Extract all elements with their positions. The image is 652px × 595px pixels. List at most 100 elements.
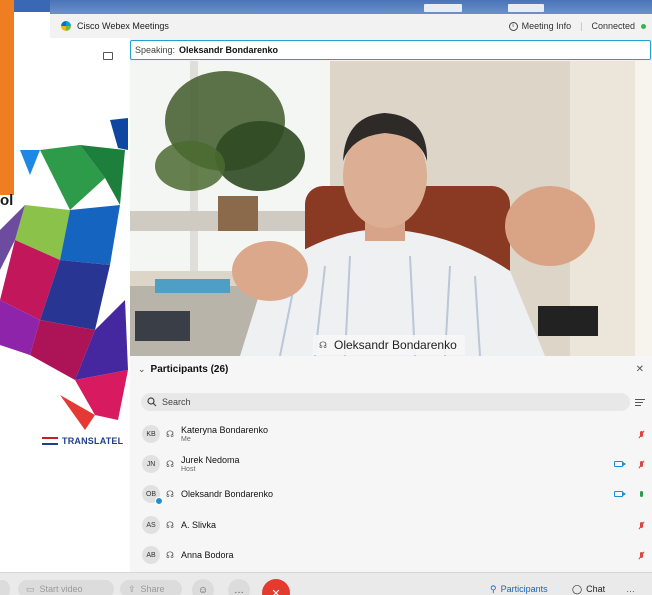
end-call-icon: ✕ xyxy=(271,587,281,595)
chat-button[interactable]: ◯ Chat xyxy=(566,580,611,595)
participant-row[interactable]: AB ☊ Anna Bodora xyxy=(130,540,652,570)
participants-icon: ⚲ xyxy=(490,583,497,594)
layout-icon xyxy=(103,52,113,60)
mic-muted-icon[interactable] xyxy=(637,459,645,469)
meeting-info-label: Meeting Info xyxy=(521,21,572,31)
avatar-initials: AB xyxy=(146,551,156,559)
participants-button[interactable]: ⚲ Participants xyxy=(484,580,554,595)
mic-muted-icon[interactable] xyxy=(637,429,645,439)
info-icon: i xyxy=(508,21,518,31)
mic-icon[interactable] xyxy=(637,489,645,499)
meeting-controls: ▭ Start video ⇪ Share ☺ … ✕ ⚲ Participan… xyxy=(0,572,652,595)
headset-icon: ☊ xyxy=(166,458,174,469)
participant-info: Jurek Nedoma Host xyxy=(181,455,240,473)
participant-info: Anna Bodora xyxy=(181,550,234,560)
participant-role: Me xyxy=(181,436,191,443)
video-frame xyxy=(130,61,652,356)
slide-orange-bar xyxy=(0,0,14,195)
slide-graphic xyxy=(0,118,128,430)
participant-info: Oleksandr Bondarenko xyxy=(181,489,273,499)
speaking-name: Oleksandr Bondarenko xyxy=(179,45,279,55)
camera-icon xyxy=(614,491,626,497)
search-input[interactable] xyxy=(162,397,582,407)
speaking-indicator: Speaking: Oleksandr Bondarenko xyxy=(130,40,651,60)
share-icon: ⇪ xyxy=(128,583,136,594)
connected-dot-icon xyxy=(641,23,646,29)
participants-panel-header: ⌄ Participants (26) ✕ xyxy=(130,356,652,382)
participant-name: Oleksandr Bondarenko xyxy=(181,489,274,499)
participant-name: Anna Bodora xyxy=(181,550,234,560)
participant-name: Kateryna Bondarenko xyxy=(181,425,269,435)
title-divider: | xyxy=(580,21,583,31)
more-icon: … xyxy=(626,584,635,594)
participant-role: Host xyxy=(181,466,196,473)
more-icon: … xyxy=(234,584,244,595)
translatel-logo: TRANSLATEL xyxy=(42,436,123,446)
title-bar-right: i Meeting Info | Connected xyxy=(508,21,652,31)
close-icon[interactable]: ✕ xyxy=(636,364,644,375)
layout-toggle-button[interactable] xyxy=(99,48,117,64)
chat-icon: ◯ xyxy=(572,583,583,594)
reactions-icon: ☺ xyxy=(197,584,209,595)
start-video-button[interactable]: ▭ Start video xyxy=(18,580,114,595)
active-speaker-video[interactable]: ☊ Oleksandr Bondarenko xyxy=(130,61,652,356)
avatar-initials: KB xyxy=(146,430,156,438)
meeting-info-button[interactable]: i Meeting Info xyxy=(508,21,572,31)
connection-status: Connected xyxy=(591,21,635,31)
avatar: KB xyxy=(142,425,160,443)
headset-icon: ☊ xyxy=(319,339,327,350)
avatar-initials: AS xyxy=(146,521,156,529)
more-panels-button[interactable]: … xyxy=(620,580,641,595)
top-edge-chip xyxy=(424,4,462,12)
avatar-initials: OB xyxy=(145,490,157,498)
avatar: JN xyxy=(142,455,160,473)
video-name-label: ☊ Oleksandr Bondarenko xyxy=(313,335,465,355)
participant-name: Jurek Nedoma xyxy=(181,455,240,465)
share-label: Share xyxy=(140,584,165,594)
translatel-logo-mark xyxy=(42,437,58,445)
participants-button-label: Participants xyxy=(500,584,548,594)
start-video-label: Start video xyxy=(39,584,83,594)
participants-panel-title: Participants (26) xyxy=(150,363,229,375)
headset-icon: ☊ xyxy=(166,519,174,530)
search-icon xyxy=(147,397,157,407)
avatar-initials: JN xyxy=(146,460,156,468)
translatel-logo-text: TRANSLATEL xyxy=(62,436,124,446)
participant-info: A. Slivka xyxy=(181,520,216,530)
sort-icon[interactable] xyxy=(635,395,647,409)
camera-icon: ▭ xyxy=(26,583,35,594)
share-button[interactable]: ⇪ Share xyxy=(120,580,182,595)
participant-row[interactable]: KB ☊ Kateryna Bondarenko Me xyxy=(130,419,652,449)
presenter-badge-icon xyxy=(155,497,163,505)
speaking-label: Speaking: xyxy=(135,45,176,55)
participant-row[interactable]: OB ☊ Oleksandr Bondarenko xyxy=(130,479,652,509)
chat-button-label: Chat xyxy=(586,584,606,594)
participant-info: Kateryna Bondarenko Me xyxy=(181,425,268,443)
participant-name: A. Slivka xyxy=(181,520,217,530)
video-name-text: Oleksandr Bondarenko xyxy=(334,338,457,352)
headset-icon: ☊ xyxy=(166,549,174,560)
headset-icon: ☊ xyxy=(166,488,174,499)
title-bar: Cisco Webex Meetings i Meeting Info | Co… xyxy=(50,14,652,38)
mic-muted-icon[interactable] xyxy=(637,520,645,530)
headset-icon: ☊ xyxy=(166,428,174,439)
camera-icon xyxy=(614,461,626,467)
mute-button[interactable] xyxy=(0,580,10,595)
participant-row[interactable]: AS ☊ A. Slivka xyxy=(130,510,652,540)
participant-row[interactable]: JN ☊ Jurek Nedoma Host xyxy=(130,449,652,479)
slide-partial-text: ol xyxy=(0,192,14,209)
more-options-button[interactable]: … xyxy=(228,579,250,595)
end-call-button[interactable]: ✕ xyxy=(262,579,290,595)
avatar: AB xyxy=(142,546,160,564)
collapse-chevron-icon[interactable]: ⌄ xyxy=(138,364,146,375)
mic-muted-icon[interactable] xyxy=(637,550,645,560)
participants-search xyxy=(141,393,630,411)
background-slide: ol TRANSLATEL xyxy=(0,0,130,572)
avatar: OB xyxy=(142,485,163,505)
avatar: AS xyxy=(142,516,160,534)
screen-top-edge xyxy=(50,0,652,14)
app-title: Cisco Webex Meetings xyxy=(77,21,169,31)
participants-panel: ⌄ Participants (26) ✕ KB ☊ Kateryna Bondar… xyxy=(130,356,652,572)
reactions-button[interactable]: ☺ xyxy=(192,579,214,595)
top-edge-chip xyxy=(508,4,544,12)
